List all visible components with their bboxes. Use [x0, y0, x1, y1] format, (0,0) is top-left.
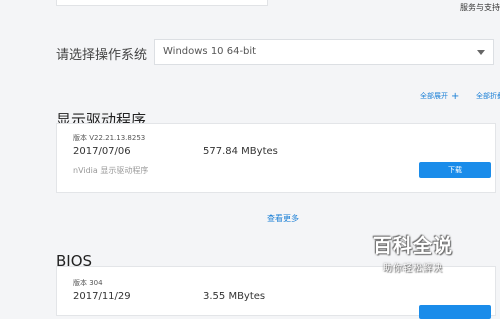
release-date: 2017/07/06 [73, 146, 131, 157]
top-strip: 服务与支持 [0, 0, 500, 22]
bios-download-button[interactable] [419, 305, 491, 319]
bios-release-date: 2017/11/29 [73, 291, 131, 302]
driver-card: 版本 V22.21.13.8253 2017/07/06 577.84 MByt… [56, 123, 496, 193]
top-box [56, 0, 268, 6]
service-support-link[interactable]: 服务与支持 [460, 2, 500, 13]
watermark-sub: 助你轻松解决 [382, 264, 443, 274]
version-label: 版本 V22.21.13.8253 [73, 134, 146, 142]
watermark-logo: 百科全说 助你轻松解决 [366, 231, 460, 281]
file-size: 577.84 MBytes [203, 146, 278, 157]
collapse-all-button[interactable]: 全部折叠 [476, 91, 500, 101]
os-select[interactable]: Windows 10 64-bit [154, 39, 494, 65]
view-more-link[interactable]: 查看更多 [0, 213, 500, 224]
chevron-down-icon [477, 50, 485, 55]
os-label: 请选择操作系统 [56, 48, 148, 63]
bios-version-label: 版本 304 [73, 279, 103, 287]
plus-icon: + [451, 91, 460, 102]
bios-file-size: 3.55 MBytes [203, 291, 266, 302]
driver-description: nVidia 显示驱动程序 [73, 166, 149, 175]
download-button[interactable]: 下载 [419, 162, 491, 178]
os-select-value: Windows 10 64-bit [163, 46, 257, 57]
watermark-main: 百科全说 [372, 235, 453, 257]
expand-all-label: 全部展开 [420, 92, 448, 100]
expand-all-button[interactable]: 全部展开 + [420, 91, 459, 102]
